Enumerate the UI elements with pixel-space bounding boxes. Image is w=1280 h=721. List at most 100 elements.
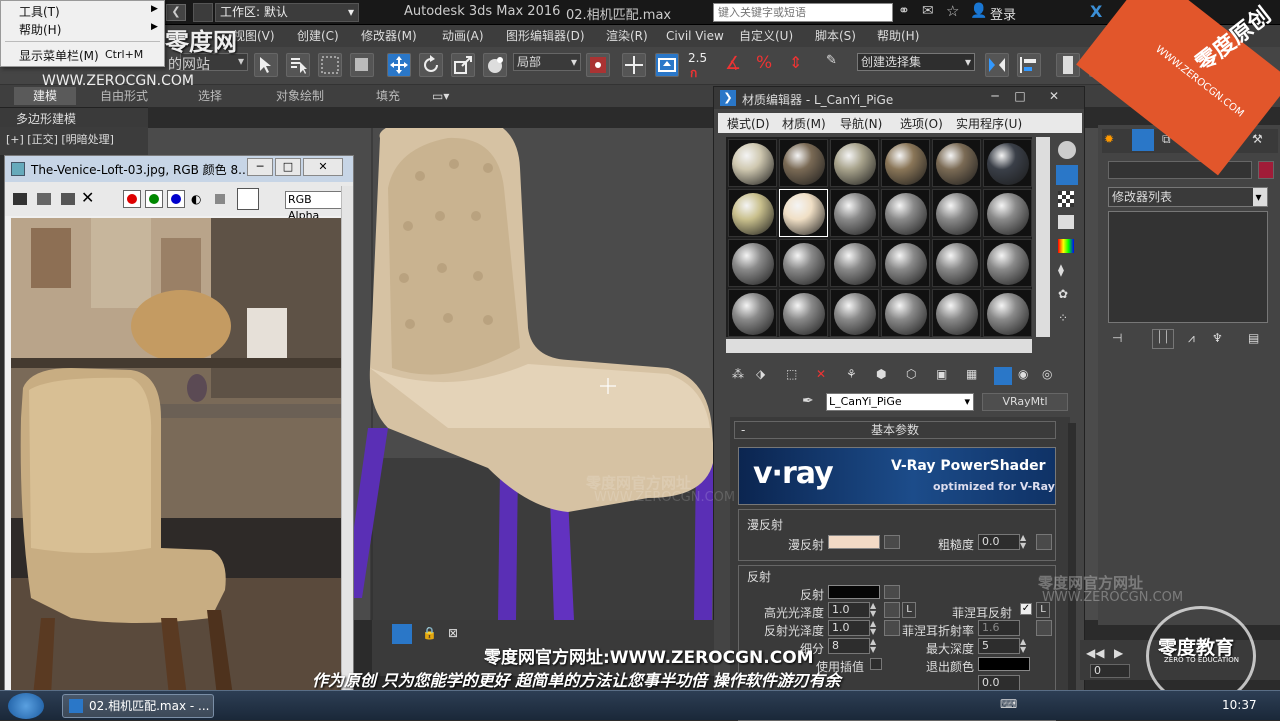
menu-navigation[interactable]: 导航(N) [840,115,882,132]
fresnel-ior-input[interactable]: 1.6 [978,620,1020,636]
favorites-star-icon[interactable]: ☆ [946,2,964,20]
red-channel-toggle[interactable] [123,190,141,208]
angle-snap-icon[interactable]: ∡ [725,53,749,77]
menu-item-tools[interactable]: 工具(T) [19,3,60,21]
maximize-button[interactable]: □ [1009,89,1031,105]
tab-object-paint[interactable]: 对象绘制 [276,87,324,105]
reflect-map-button[interactable] [884,585,900,599]
refl-gloss-map-button[interactable] [884,620,900,636]
material-slot[interactable] [881,289,930,337]
menu-item-help[interactable]: 帮助(H) [19,21,61,39]
object-color-swatch[interactable] [1258,161,1274,179]
put-to-library-icon[interactable]: ⬢ [876,367,886,381]
material-slot[interactable] [881,239,930,287]
basic-params-rollout[interactable]: - 基本参数 [734,421,1056,439]
dim-distance-input[interactable]: 0.0 [978,675,1020,691]
menu-utilities[interactable]: 实用程序(U) [956,115,1022,132]
material-slot[interactable] [881,139,930,187]
material-slot[interactable] [728,139,777,187]
spinner-arrows-icon[interactable]: ▲ ▼ [870,638,880,654]
viewport-label[interactable]: [+] [正交] [明暗处理] [6,131,114,147]
menu-modes[interactable]: 模式(D) [727,115,770,132]
go-to-parent-icon[interactable] [994,367,1012,385]
make-unique-icon[interactable]: ⩘ [1188,331,1195,346]
material-slot[interactable] [830,139,879,187]
transform-type-in-icon[interactable]: ⊠ [448,626,458,640]
assign-material-icon[interactable]: ⬚ [786,367,797,381]
roughness-map-button[interactable] [1036,534,1052,550]
workspace-dropdown[interactable]: 工作区: 默认 ▾ [215,3,359,22]
material-slot[interactable] [779,189,828,237]
image-window[interactable]: The-Venice-Loft-03.jpg, RGB 颜色 8... ─ □ … [4,155,354,696]
options-icon[interactable]: ✿ [1058,287,1068,301]
rect-select-region-icon[interactable] [318,53,342,77]
material-slot[interactable] [932,139,981,187]
select-manipulate-icon[interactable] [622,53,646,77]
material-slot[interactable] [728,189,777,237]
show-map-icon[interactable]: ▣ [936,367,947,381]
reset-map-icon[interactable]: ✕ [816,367,826,381]
menu-civil-view[interactable]: Civil View [666,25,724,47]
material-name-field[interactable]: L_CanYi_PiGe ▾ [826,393,974,411]
menu-animation[interactable]: 动画(A) [442,25,484,47]
material-slot[interactable] [830,239,879,287]
tab-selection[interactable]: 选择 [198,87,222,105]
material-slot[interactable] [983,189,1032,237]
remove-modifier-icon[interactable]: ♆ [1212,331,1223,345]
spinner-arrows-icon[interactable]: ▲ ▼ [1020,638,1030,654]
menu-scripting[interactable]: 脚本(S) [815,25,856,47]
material-slot[interactable] [779,289,828,337]
current-frame-input[interactable]: 0 [1090,664,1130,678]
mono-toggle-icon[interactable] [215,194,225,204]
material-slot[interactable] [932,239,981,287]
max-depth-input[interactable]: 5 [978,638,1020,654]
slot-scrollbar[interactable] [1036,137,1050,337]
place-icon[interactable] [483,53,507,77]
user-icon[interactable]: 👤 [970,3,987,19]
use-interp-checkbox[interactable] [870,658,882,670]
workspace-icon[interactable] [193,3,213,22]
menu-customize[interactable]: 自定义(U) [739,25,793,47]
minimize-button[interactable]: ─ [247,158,273,176]
start-button[interactable] [8,693,44,719]
spinner-arrows-icon[interactable]: ▲ ▼ [870,620,880,636]
uv-tiling-icon[interactable] [1058,215,1074,229]
background-icon[interactable] [1058,191,1074,207]
fresnel-checkbox[interactable]: ✓ [1020,603,1032,615]
back-arrow-icon[interactable]: ❮ [166,4,186,21]
put-to-scene-icon[interactable]: ⬗ [756,367,765,381]
spinner-arrows-icon[interactable]: ▲ ▼ [870,602,880,618]
eyedropper-icon[interactable]: ✒ [802,393,814,409]
print-icon[interactable] [61,193,75,205]
prev-frame-icon[interactable]: ◀◀ [1086,646,1104,660]
clear-icon[interactable]: ✕ [81,188,94,207]
play-icon[interactable]: ▶ [1114,646,1123,660]
snap-toggle-icon[interactable]: ก [690,64,708,80]
refl-gloss-input[interactable]: 1.0 [828,620,870,636]
search-input[interactable] [713,3,893,22]
named-selection-dropdown[interactable]: 创建选择集 ▾ [857,53,975,71]
select-by-material-icon[interactable]: ⁘ [1058,311,1068,325]
material-editor[interactable]: ❯ 材质编辑器 - L_CanYi_PiGe ─ □ ✕ 模式(D) 材质(M)… [713,86,1085,721]
menu-modifiers[interactable]: 修改器(M) [361,25,417,47]
material-slot[interactable] [779,239,828,287]
utilities-tab-icon[interactable]: ⚒ [1252,132,1263,146]
material-slot[interactable] [830,289,879,337]
menu-item-show-menubar[interactable]: 显示菜单栏(M) [19,47,99,65]
menu-material[interactable]: 材质(M) [782,115,826,132]
spinner-arrows-icon[interactable]: ▲ ▼ [1020,534,1030,550]
hilight-gloss-input[interactable]: 1.0 [828,602,870,618]
menu-graph-editors[interactable]: 图形编辑器(D) [506,25,585,47]
material-slot[interactable] [881,189,930,237]
make-unique-icon[interactable]: ⚘ [846,367,857,381]
create-tab-icon[interactable]: ✹ [1104,132,1114,146]
material-slot[interactable] [932,289,981,337]
fresnel-ior-map-button[interactable] [1036,620,1052,636]
move-icon[interactable] [387,53,411,77]
scale-icon[interactable] [451,53,475,77]
sample-type-icon[interactable] [1058,141,1076,159]
exit-color-swatch[interactable] [978,657,1030,671]
taskbar-item-3dsmax[interactable]: 02.相机匹配.max - ... [62,694,214,718]
tray-keyboard-icon[interactable]: ⌨ [1000,697,1017,711]
rotate-icon[interactable] [419,53,443,77]
